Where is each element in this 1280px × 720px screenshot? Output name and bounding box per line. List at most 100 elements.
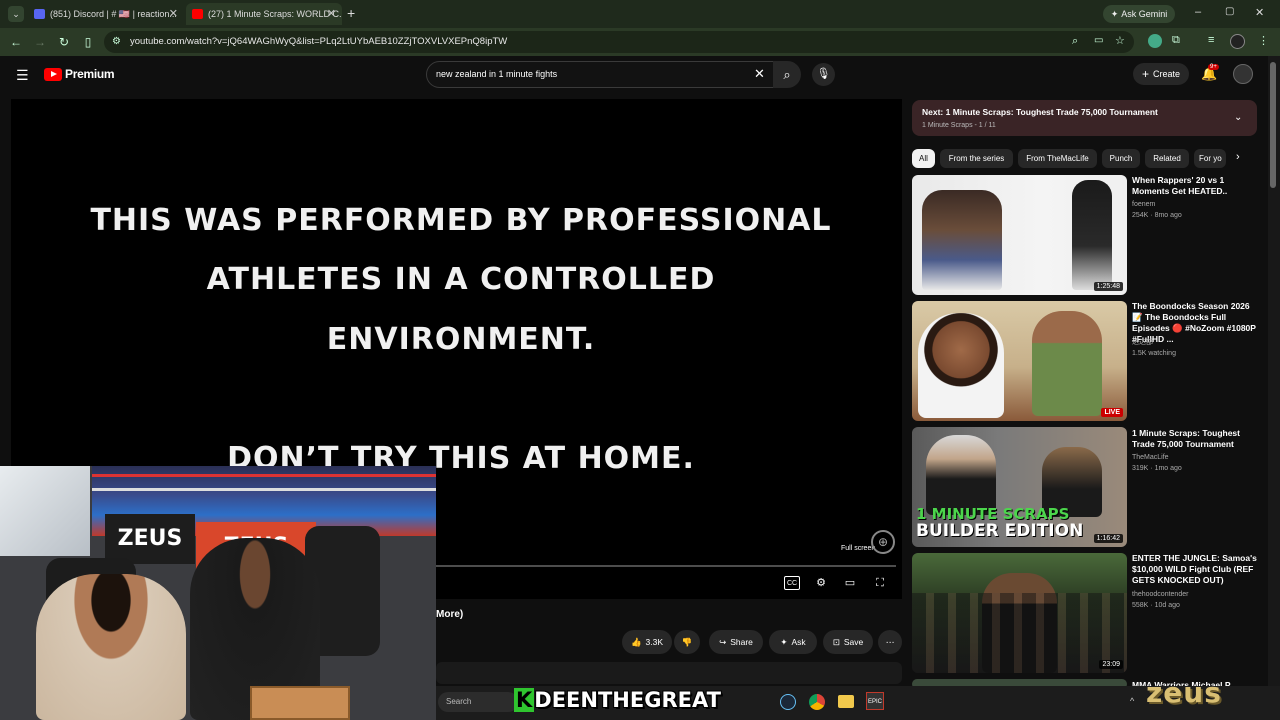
ask-button[interactable]: ✦ Ask [769,630,817,654]
thumbnail-figure [1032,311,1102,416]
sidebar-icon[interactable]: ▯ [80,34,96,50]
webcam-overlay: ZEUS ZEUS [0,466,436,720]
cast-icon[interactable]: ▭ [1094,35,1103,46]
zeus-banner-blue: ZEUS [105,514,195,564]
bookmark-icon: ⊡ [832,636,840,647]
chip-for-you[interactable]: For yo [1194,149,1226,168]
profile-avatar[interactable] [1230,34,1245,49]
chevron-right-icon[interactable]: › [1236,151,1240,163]
more-actions-button[interactable]: ⋯ [878,630,902,654]
fullscreen-icon[interactable]: ⛶ [872,576,888,590]
save-label: Save [843,637,864,647]
reload-icon[interactable]: ↻ [56,34,72,50]
youtube-play-icon [44,67,62,81]
premium-label: Premium [65,67,115,81]
live-badge: LIVE [1101,408,1123,417]
zoom-icon[interactable]: ⌕ [1072,35,1078,48]
file-explorer-icon[interactable] [838,695,854,708]
captions-icon[interactable]: CC [784,576,800,590]
chrome-icon[interactable] [809,694,825,710]
url-text[interactable]: youtube.com/watch?v=jQ64WAGhWyQ&list=PLq… [130,36,507,47]
video-title[interactable]: When Rappers' 20 vs 1 Moments Get HEATED… [1132,175,1260,197]
banner-k: K [514,688,535,712]
chevron-down-icon[interactable]: ⌄ [1234,112,1242,123]
tab-youtube[interactable]: (27) 1 Minute Scraps: WORLD C... ✕ [186,3,342,25]
maximize-button[interactable]: ▢ [1225,6,1234,17]
settings-gear-icon[interactable]: ⚙ [813,576,829,590]
epic-games-icon[interactable]: EPIC [866,692,884,710]
close-tab-icon[interactable]: ✕ [169,7,178,20]
like-button[interactable]: 👍 3.3K [622,630,672,654]
video-title[interactable]: 1 Minute Scraps: Toughest Trade 75,000 T… [1132,428,1260,450]
tab-search-icon[interactable]: ⌄ [8,6,24,22]
ring-ropes [92,474,436,477]
tab-label: (851) Discord | # 🇺🇸 | reaction... [50,8,177,19]
create-button[interactable]: + Create [1133,63,1189,85]
bookmark-star-icon[interactable]: ☆ [1115,34,1125,47]
back-arrow-icon[interactable]: ← [8,34,24,50]
extensions-puzzle-icon[interactable]: ⧉ [1172,34,1180,47]
dislike-button[interactable]: 👎 [674,630,700,654]
voice-search-button[interactable]: 🎙 [812,63,835,86]
chip-from-channel[interactable]: From TheMacLife [1018,149,1097,168]
video-channel[interactable]: TheMacLife [1132,453,1260,462]
video-thumbnail[interactable]: 23:09 [912,553,1127,673]
clear-search-icon[interactable]: ✕ [754,66,765,82]
share-icon: ↪ [719,636,727,647]
ask-gemini-label: Ask Gemini [1121,9,1168,19]
thumbnail-figure [926,435,996,515]
playlist-subtitle: 1 Minute Scraps - 1 / 11 [922,122,996,129]
chip-related[interactable]: Related [1145,149,1189,168]
chip-from-series[interactable]: From the series [940,149,1013,168]
thumbnail-figure [922,190,1002,290]
video-thumbnail[interactable]: LIVE [912,301,1127,421]
close-tab-icon[interactable]: ✕ [327,7,336,20]
theater-mode-icon[interactable]: ▭ [842,576,858,590]
notifications-badge: 9+ [1208,64,1219,70]
browser-tab-bar: ⌄ (851) Discord | # 🇺🇸 | reaction... ✕ (… [0,0,1280,28]
description-more-link[interactable]: More) [436,609,463,620]
create-label: Create [1153,69,1181,79]
close-window-button[interactable]: ✕ [1255,6,1264,19]
extension-icon[interactable] [1148,34,1162,48]
share-button[interactable]: ↪ Share [709,630,763,654]
forward-arrow-icon[interactable]: → [32,34,48,50]
playlist-panel[interactable] [912,100,1257,136]
tab-discord[interactable]: (851) Discord | # 🇺🇸 | reaction... ✕ [28,3,184,25]
hamburger-menu-icon[interactable]: ☰ [16,67,29,84]
account-avatar[interactable] [1233,64,1253,84]
video-thumbnail[interactable]: 1 MINUTE SCRAPS BUILDER EDITION 1:16:42 [912,427,1127,547]
tray-chevron-icon[interactable]: ^ [1130,696,1134,706]
browser-menu-icon[interactable]: ⋮ [1258,34,1269,47]
downloads-icon[interactable]: ≡ [1208,34,1214,46]
thumbs-down-icon: 👎 [681,636,693,647]
site-info-icon[interactable]: ⚙ [112,36,121,47]
video-meta: 254K · 8mo ago [1132,212,1182,219]
scrollbar-thumb[interactable] [1270,62,1276,188]
chip-punch[interactable]: Punch [1102,149,1140,168]
minimize-button[interactable]: – [1195,6,1201,18]
taskbar-search[interactable]: Search [438,692,518,712]
ask-gemini-button[interactable]: ✦ Ask Gemini [1103,5,1175,23]
video-channel[interactable]: 达达部 [1132,338,1260,347]
thumbs-up-icon: 👍 [630,636,642,647]
video-channel[interactable]: foenem [1132,200,1260,209]
search-query-text[interactable]: new zealand in 1 minute fights [436,69,557,79]
search-icon: ⌕ [783,67,791,82]
video-thumbnail[interactable]: 1:25:48 [912,175,1127,295]
chip-all[interactable]: All [912,149,935,168]
comments-box [436,662,902,684]
streamer-left [36,574,186,720]
save-button[interactable]: ⊡ Save [823,630,873,654]
video-title[interactable]: ENTER THE JUNGLE: Samoa's $10,000 WILD F… [1132,553,1260,586]
video-meta: 558K · 10d ago [1132,602,1180,609]
youtube-logo[interactable]: Premium [44,67,115,81]
steam-icon[interactable] [780,694,796,710]
video-channel[interactable]: thehoodcontender [1132,590,1260,599]
tab-label: (27) 1 Minute Scraps: WORLD C... [208,9,342,19]
share-label: Share [730,637,753,647]
new-tab-button[interactable]: + [347,5,355,21]
search-button[interactable]: ⌕ [773,61,801,88]
channel-watermark-icon[interactable]: ⊕ [871,530,895,554]
gemini-icon: ✦ [1110,8,1119,19]
